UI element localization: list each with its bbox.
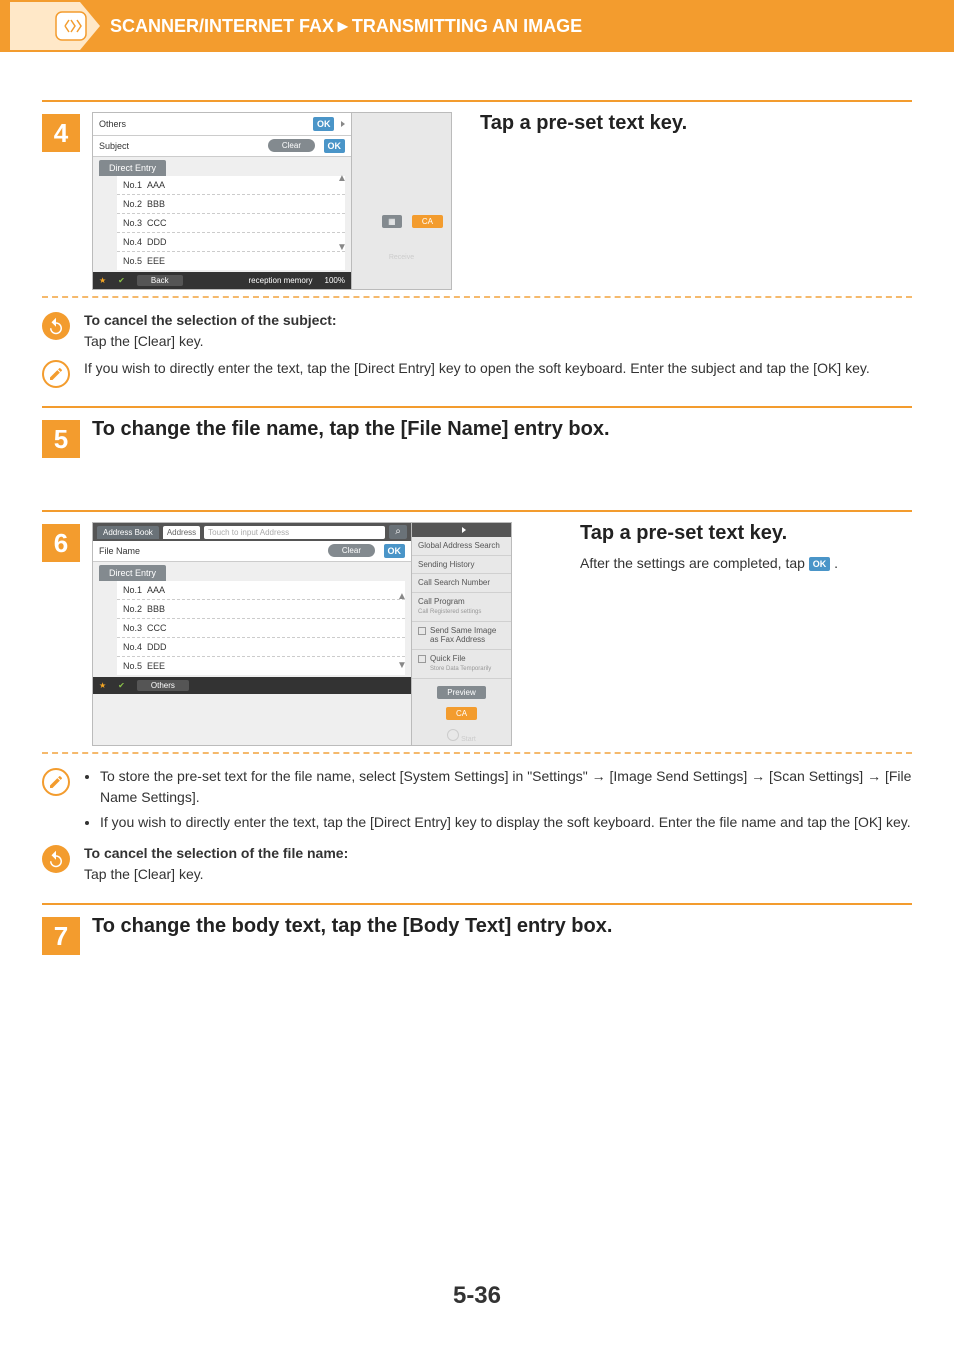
page-header: SCANNER/INTERNET FAX►TRANSMITTING AN IMA… [0,0,954,52]
cancel-heading: To cancel the selection of the subject: [84,312,337,328]
direct-entry-tab[interactable]: Direct Entry [99,565,166,581]
list-item[interactable]: No.4 DDD [117,638,405,657]
file-name-label: File Name [99,546,140,556]
scrollbar[interactable]: ▲▼ [397,591,407,671]
cancel-note: To cancel the selection of the subject: … [42,310,912,352]
dialog-side-panel: ▦ CA Receive [352,112,452,290]
start-label: Start [461,736,476,743]
preview-button[interactable]: Preview [437,686,485,699]
filename-dialog-screenshot: Address Book Address Touch to input Addr… [92,522,412,746]
side-global-search[interactable]: Global Address Search [412,537,511,556]
bullet-item: If you wish to directly enter the text, … [100,812,912,833]
memory-label: reception memory [249,276,313,285]
cancel-text: Tap the [Clear] key. [84,333,204,349]
step-number: 6 [42,524,80,562]
subject-dialog-screenshot: Others OK Subject Clear OK Direct En [92,112,352,290]
subject-label: Subject [99,141,129,151]
step-title: Tap a pre-set text key. [580,522,912,545]
others-button[interactable]: Others [137,680,189,691]
address-book-tab[interactable]: Address Book [97,526,159,539]
direct-entry-note: If you wish to directly enter the text, … [84,360,870,376]
divider [42,406,912,408]
info-note: If you wish to directly enter the text, … [42,358,912,388]
back-button[interactable]: Back [137,275,183,286]
side-quick-file[interactable]: Quick File Store Data Temporarily [412,650,511,679]
divider [42,903,912,905]
bullet-item: To store the pre-set text for the file n… [100,766,912,808]
page-header-title: SCANNER/INTERNET FAX►TRANSMITTING AN IMA… [110,16,582,36]
checkbox-icon[interactable] [418,627,426,635]
step-number: 4 [42,114,80,152]
list-item[interactable]: No.3 CCC [117,619,405,638]
step-description: After the settings are completed, tap OK… [580,553,912,574]
scrollbar[interactable]: ▲▼ [337,173,347,253]
side-panel: Global Address Search Sending History Ca… [412,522,512,746]
cancel-note: To cancel the selection of the file name… [42,843,912,885]
clear-button[interactable]: Clear [268,139,315,152]
list-item[interactable]: No.4 DDD [117,233,345,252]
pencil-icon [42,360,70,388]
step-number: 7 [42,917,80,955]
step-7: 7 To change the body text, tap the [Body… [42,915,912,955]
memory-value: 100% [325,276,345,285]
step-6: 6 Address Book Address Touch to input Ad… [42,522,912,746]
step-title: To change the body text, tap the [Body T… [92,915,912,938]
dialog-title: Others [99,119,126,129]
ca-button[interactable]: CA [412,215,443,228]
divider [42,510,912,512]
list-item[interactable]: No.2 BBB [117,600,405,619]
side-send-same-image[interactable]: Send Same Image as Fax Address [412,622,511,650]
step-4: 4 Others OK Subject Clear [42,112,912,290]
receive-label: Receive [389,254,414,261]
step-title: Tap a pre-set text key. [480,112,912,135]
dashed-divider [42,296,912,298]
cancel-text: Tap the [Clear] key. [84,866,204,882]
undo-icon [42,312,70,340]
clear-button[interactable]: Clear [328,544,375,557]
list-item[interactable]: No.2 BBB [117,195,345,214]
dashed-divider [42,752,912,754]
cancel-heading: To cancel the selection of the file name… [84,845,348,861]
side-sending-history[interactable]: Sending History [412,556,511,575]
list-item[interactable]: No.3 CCC [117,214,345,233]
step-number: 5 [42,420,80,458]
list-item[interactable]: No.1 AAA [117,581,405,600]
step-5: 5 To change the file name, tap the [File… [42,418,912,458]
list-item[interactable]: No.5 EEE [117,657,405,675]
undo-icon [42,845,70,873]
ok-button[interactable]: OK [324,139,346,153]
list-item[interactable]: No.5 EEE [117,252,345,270]
address-tab[interactable]: Address [163,526,200,539]
preview-icon[interactable]: ▦ [382,215,402,228]
ok-button[interactable]: OK [313,117,335,131]
direct-entry-tab[interactable]: Direct Entry [99,160,166,176]
step-title: To change the file name, tap the [File N… [92,418,912,441]
page-number: 5-36 [0,1282,954,1310]
ok-badge-inline: OK [809,557,831,571]
scanner-logo-icon [10,2,100,50]
expand-icon[interactable] [341,121,345,127]
side-call-program[interactable]: Call Program Call Registered settings [412,593,511,622]
divider [42,100,912,102]
checkbox-icon[interactable] [418,655,426,663]
ok-button[interactable]: OK [384,544,406,558]
start-icon[interactable] [447,729,459,741]
ca-button[interactable]: CA [446,707,477,720]
side-call-search-number[interactable]: Call Search Number [412,574,511,593]
pencil-icon [42,768,70,796]
expand-icon[interactable] [462,527,466,533]
info-note: To store the pre-set text for the file n… [42,766,912,837]
search-icon[interactable]: ⌕ [389,525,407,539]
address-input[interactable]: Touch to input Address [204,526,385,539]
list-item[interactable]: No.1 AAA [117,176,345,195]
